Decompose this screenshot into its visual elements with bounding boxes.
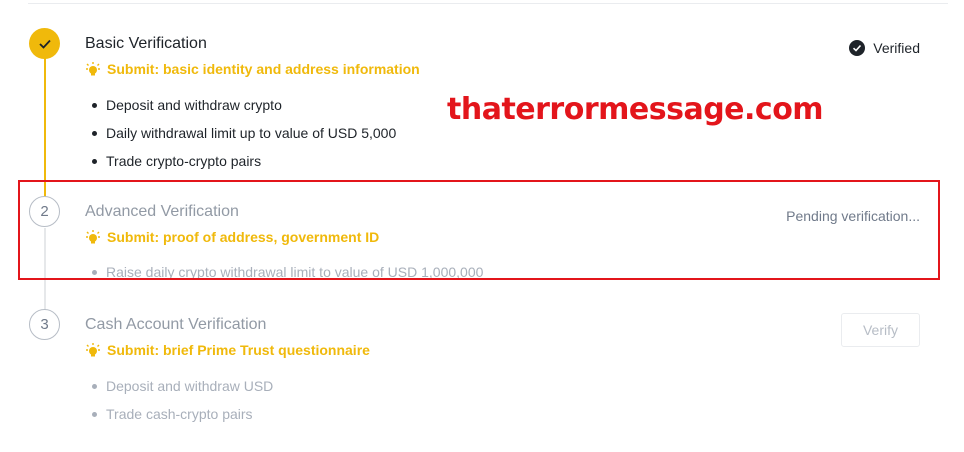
list-item: Deposit and withdraw crypto [92, 91, 396, 119]
step-3-number-badge: 3 [29, 309, 60, 340]
list-item: Daily withdrawal limit up to value of US… [92, 119, 396, 147]
watermark: thaterrormessage.com [447, 92, 824, 127]
step-2-title: Advanced Verification [85, 203, 239, 220]
step-3-title: Cash Account Verification [85, 316, 267, 333]
step-1-submit-note: Submit: basic identity and address infor… [85, 61, 420, 77]
step-1-check-icon [29, 28, 60, 59]
lightbulb-icon [86, 343, 100, 357]
list-item: Trade cash-crypto pairs [92, 400, 273, 428]
verified-label: Verified [873, 40, 920, 56]
step-connector-pending [44, 228, 46, 314]
verify-button[interactable]: Verify [841, 313, 920, 347]
list-item: Raise daily crypto withdrawal limit to v… [92, 258, 483, 286]
step-3-benefits-list: Deposit and withdraw USD Trade cash-cryp… [92, 372, 273, 428]
step-1-benefits-list: Deposit and withdraw crypto Daily withdr… [92, 91, 396, 175]
step-2-submit-text: Submit: proof of address, government ID [107, 229, 380, 245]
step-connector-completed [44, 58, 46, 198]
step-3-submit-note: Submit: brief Prime Trust questionnaire [85, 342, 370, 358]
top-divider [28, 3, 948, 4]
check-circle-icon [849, 40, 866, 56]
step-2-submit-note: Submit: proof of address, government ID [85, 229, 379, 245]
step-2-benefits-list: Raise daily crypto withdrawal limit to v… [92, 258, 483, 286]
lightbulb-icon [86, 62, 100, 76]
list-item: Trade crypto-crypto pairs [92, 147, 396, 175]
pending-status: Pending verification... [786, 208, 920, 224]
step-3-submit-text: Submit: brief Prime Trust questionnaire [107, 342, 370, 358]
lightbulb-icon [86, 230, 100, 244]
step-1-submit-text: Submit: basic identity and address infor… [107, 61, 420, 77]
step-1-title: Basic Verification [85, 35, 207, 52]
verified-status: Verified [849, 40, 920, 56]
step-2-number-badge: 2 [29, 196, 60, 227]
list-item: Deposit and withdraw USD [92, 372, 273, 400]
